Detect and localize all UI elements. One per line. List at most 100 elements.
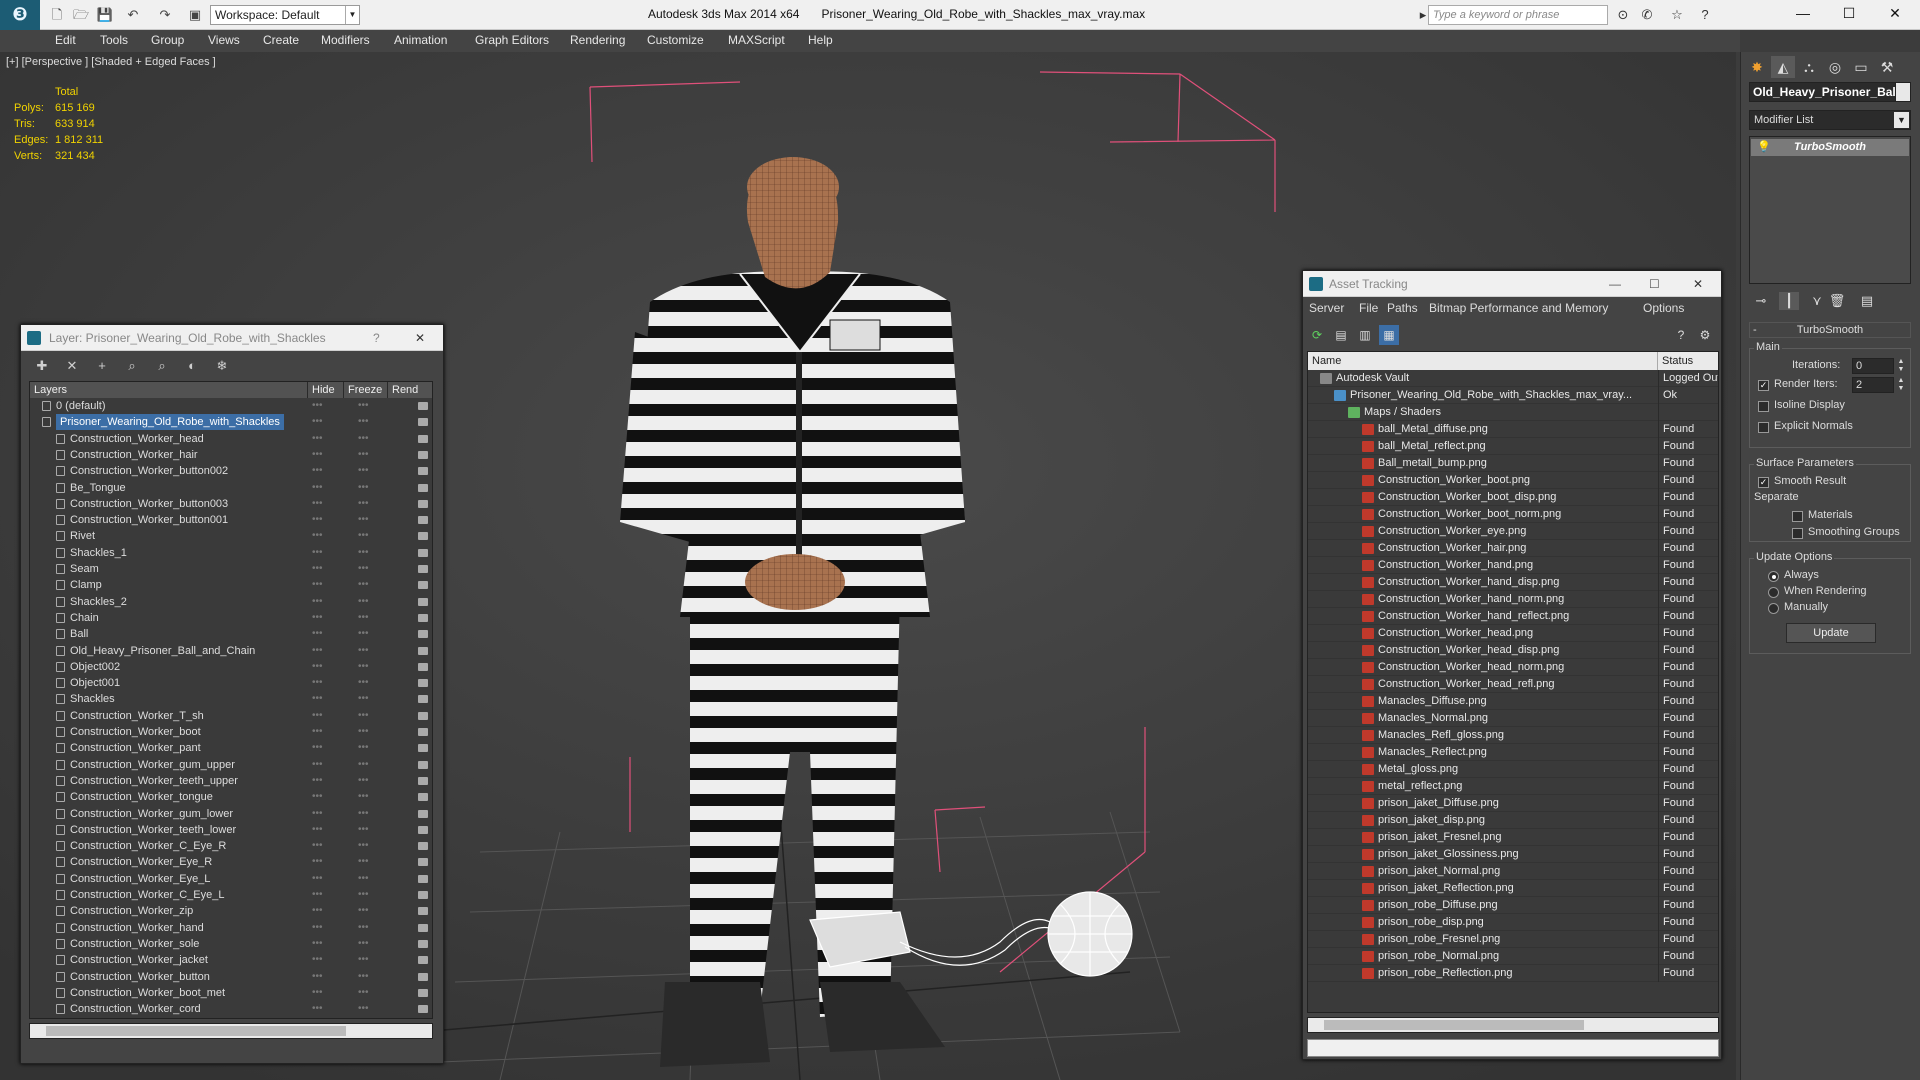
freeze-toggle[interactable]: ••• (358, 952, 369, 968)
hide-toggle[interactable]: ••• (312, 561, 323, 577)
undo-icon[interactable]: ↶ (124, 6, 142, 24)
tree-view-icon[interactable]: ▥ (1355, 325, 1375, 345)
select-objects-icon[interactable]: ⌕ (121, 356, 143, 376)
freeze-toggle[interactable]: ••• (358, 643, 369, 659)
list-view-icon[interactable]: ▤ (1331, 325, 1351, 345)
freeze-toggle[interactable]: ••• (358, 610, 369, 626)
modifier-list-dropdown[interactable]: Modifier List ▼ (1749, 110, 1911, 130)
freeze-toggle[interactable]: ••• (358, 1017, 369, 1018)
freeze-toggle[interactable]: ••• (358, 447, 369, 463)
render-teapot-icon[interactable] (418, 874, 428, 883)
asset-row[interactable]: metal_reflect.png Found (1308, 778, 1718, 795)
hide-toggle[interactable]: ••• (312, 724, 323, 740)
hide-toggle[interactable]: ••• (312, 691, 323, 707)
render-teapot-icon[interactable] (418, 907, 428, 916)
layer-row[interactable]: Construction_Worker_sole ••• ••• (30, 936, 432, 952)
table-view-icon[interactable]: ▦ (1379, 325, 1399, 345)
app-logo-icon[interactable]: ❸ (0, 0, 40, 30)
freeze-toggle[interactable]: ••• (358, 854, 369, 870)
asset-window-titlebar[interactable]: Asset Tracking — ☐ ✕ (1303, 271, 1721, 297)
show-end-result-icon[interactable]: ┃ (1779, 292, 1799, 310)
hide-toggle[interactable]: ••• (312, 431, 323, 447)
hide-toggle[interactable]: ••• (312, 952, 323, 968)
col-render[interactable]: Rend (388, 382, 432, 398)
render-teapot-icon[interactable] (418, 728, 428, 736)
add-to-layer-icon[interactable]: + (91, 356, 113, 376)
asset-row[interactable]: prison_jaket_disp.png Found (1308, 812, 1718, 829)
col-hide[interactable]: Hide (308, 382, 344, 398)
render-teapot-icon[interactable] (418, 581, 428, 590)
col-status[interactable]: Status (1658, 352, 1718, 370)
new-file-icon[interactable]: 🗋 (48, 6, 66, 24)
freeze-toggle[interactable]: ••• (358, 577, 369, 593)
layer-row[interactable]: Construction_Worker_jacket ••• ••• (30, 952, 432, 968)
freeze-toggle[interactable]: ••• (358, 561, 369, 577)
layer-row[interactable]: Construction_Worker_teeth_upper ••• ••• (30, 773, 432, 789)
freeze-toggle[interactable]: ••• (358, 740, 369, 756)
binoculars-icon[interactable]: ⊙ (1614, 6, 1632, 24)
freeze-toggle[interactable]: ••• (358, 398, 369, 414)
render-teapot-icon[interactable] (418, 467, 428, 476)
utilities-tab-icon[interactable]: ⚒ (1875, 56, 1899, 78)
freeze-toggle[interactable]: ••• (358, 789, 369, 805)
layer-row[interactable]: Construction_Worker_head ••• ••• (30, 431, 432, 447)
layer-row[interactable]: Shackles_1 ••• ••• (30, 545, 432, 561)
hide-toggle[interactable]: ••• (312, 414, 323, 430)
hide-toggle[interactable]: ••• (312, 398, 323, 414)
render-teapot-icon[interactable] (418, 858, 428, 867)
highlight-layer-icon[interactable]: ⌕ (151, 356, 173, 376)
menu-modifiers[interactable]: Modifiers (321, 33, 370, 47)
asset-row[interactable]: Autodesk Vault Logged Out (1308, 370, 1718, 387)
render-teapot-icon[interactable] (418, 499, 428, 508)
redo-icon[interactable]: ↷ (156, 6, 174, 24)
hide-toggle[interactable]: ••• (312, 1001, 323, 1017)
asset-row[interactable]: prison_jaket_Diffuse.png Found (1308, 795, 1718, 812)
freeze-toggle[interactable]: ••• (358, 414, 369, 430)
hide-toggle[interactable]: ••• (312, 806, 323, 822)
hide-toggle[interactable]: ••• (312, 512, 323, 528)
asset-horizontal-scrollbar[interactable] (1307, 1017, 1719, 1033)
render-teapot-icon[interactable] (418, 532, 428, 541)
freeze-toggle[interactable]: ••• (358, 920, 369, 936)
delete-layer-icon[interactable]: ✕ (61, 356, 83, 376)
close-icon[interactable]: ✕ (1872, 0, 1918, 28)
render-teapot-icon[interactable] (418, 613, 428, 622)
hide-toggle[interactable]: ••• (312, 708, 323, 724)
hide-all-icon[interactable]: ◐ (181, 356, 203, 376)
smooth-result-checkbox[interactable]: ✓ (1758, 477, 1769, 488)
communication-center-icon[interactable]: ✆ (1638, 6, 1656, 24)
asset-menu-options[interactable]: Options (1643, 301, 1684, 315)
menu-customize[interactable]: Customize (647, 33, 704, 47)
asset-row[interactable]: prison_robe_Fresnel.png Found (1308, 931, 1718, 948)
when-rendering-radio[interactable] (1768, 587, 1779, 598)
search-input[interactable]: Type a keyword or phrase (1428, 5, 1608, 25)
layer-row[interactable]: Construction_Worker_teeth_lower ••• ••• (30, 822, 432, 838)
freeze-toggle[interactable]: ••• (358, 887, 369, 903)
layer-row[interactable]: Construction_Worker_zip ••• ••• (30, 903, 432, 919)
hide-toggle[interactable]: ••• (312, 757, 323, 773)
render-teapot-icon[interactable] (418, 646, 428, 655)
layer-row[interactable]: Seam ••• ••• (30, 561, 432, 577)
freeze-toggle[interactable]: ••• (358, 496, 369, 512)
freeze-toggle[interactable]: ••• (358, 1001, 369, 1017)
asset-row[interactable]: ball_Metal_diffuse.png Found (1308, 421, 1718, 438)
asset-menu-paths[interactable]: Paths (1387, 301, 1418, 315)
render-teapot-icon[interactable] (418, 891, 428, 899)
asset-row[interactable]: Manacles_Normal.png Found (1308, 710, 1718, 727)
asset-row[interactable]: Construction_Worker_head_norm.png Found (1308, 659, 1718, 676)
hide-toggle[interactable]: ••• (312, 920, 323, 936)
freeze-toggle[interactable]: ••• (358, 659, 369, 675)
hide-toggle[interactable]: ••• (312, 626, 323, 642)
asset-menu-file[interactable]: File (1359, 301, 1378, 315)
hide-toggle[interactable]: ••• (312, 985, 323, 1001)
menu-create[interactable]: Create (263, 33, 299, 47)
freeze-toggle[interactable]: ••• (358, 594, 369, 610)
layer-row[interactable]: Ball ••• ••• (30, 626, 432, 642)
hide-toggle[interactable]: ••• (312, 528, 323, 544)
asset-row[interactable]: Construction_Worker_head.png Found (1308, 625, 1718, 642)
save-file-icon[interactable]: 💾 (96, 6, 114, 24)
asset-row[interactable]: Construction_Worker_head_disp.png Found (1308, 642, 1718, 659)
render-teapot-icon[interactable] (418, 776, 428, 785)
asset-row[interactable]: Manacles_Diffuse.png Found (1308, 693, 1718, 710)
layer-row[interactable]: Construction_Worker_cord ••• ••• (30, 1001, 432, 1017)
